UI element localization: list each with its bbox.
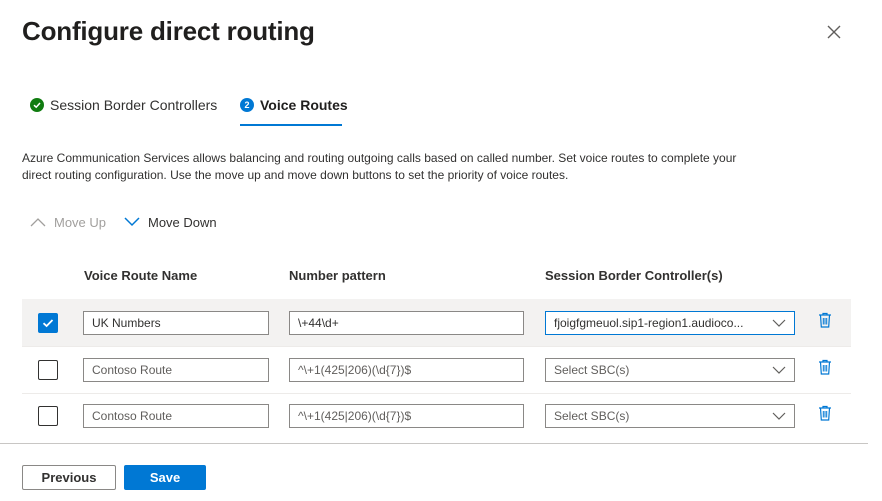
sbc-dropdown[interactable]: Select SBC(s) bbox=[545, 404, 795, 428]
sbc-dropdown[interactable]: fjoigfgmeuol.sip1-region1.audioco... bbox=[545, 311, 795, 335]
delete-row-button[interactable] bbox=[818, 312, 832, 328]
row-divider bbox=[22, 346, 851, 347]
dialog-title: Configure direct routing bbox=[22, 16, 315, 46]
step-number-badge: 2 bbox=[240, 98, 254, 112]
close-button[interactable] bbox=[822, 20, 846, 44]
sbc-dropdown-value: Select SBC(s) bbox=[554, 409, 630, 423]
save-button[interactable]: Save bbox=[124, 465, 206, 490]
number-pattern-input[interactable]: ^\+1(425|206)(\d{7})$ bbox=[289, 358, 524, 382]
column-header-voice-route-name: Voice Route Name bbox=[84, 268, 198, 283]
voice-route-name-input[interactable]: UK Numbers bbox=[83, 311, 269, 335]
column-header-number-pattern: Number pattern bbox=[289, 268, 386, 283]
previous-button[interactable]: Previous bbox=[22, 465, 116, 490]
step-label: Session Border Controllers bbox=[50, 97, 218, 113]
footer-divider bbox=[0, 443, 868, 444]
delete-row-button[interactable] bbox=[818, 359, 832, 375]
sbc-dropdown[interactable]: Select SBC(s) bbox=[545, 358, 795, 382]
row-checkbox[interactable] bbox=[38, 313, 58, 333]
number-pattern-input[interactable]: ^\+1(425|206)(\d{7})$ bbox=[289, 404, 524, 428]
row-checkbox[interactable] bbox=[38, 406, 58, 426]
description-text: Azure Communication Services allows bala… bbox=[22, 151, 737, 182]
checkmark-circle-icon bbox=[30, 98, 44, 112]
chevron-down-icon bbox=[772, 412, 786, 420]
move-down-button[interactable]: Move Down bbox=[124, 212, 217, 232]
column-header-sbc: Session Border Controller(s) bbox=[545, 268, 723, 283]
chevron-down-icon bbox=[772, 366, 786, 374]
trash-icon bbox=[819, 405, 831, 421]
chevron-down-icon bbox=[124, 217, 140, 227]
voice-route-name-input[interactable]: Contoso Route bbox=[83, 358, 269, 382]
number-pattern-input[interactable]: \+44\d+ bbox=[289, 311, 524, 335]
row-checkbox[interactable] bbox=[38, 360, 58, 380]
sbc-dropdown-value: fjoigfgmeuol.sip1-region1.audioco... bbox=[554, 316, 744, 330]
trash-icon bbox=[819, 359, 831, 375]
move-up-label: Move Up bbox=[54, 214, 107, 230]
checkmark-icon bbox=[42, 319, 54, 328]
move-down-label: Move Down bbox=[148, 214, 217, 230]
step-label: Voice Routes bbox=[260, 97, 348, 113]
row-divider bbox=[22, 393, 851, 394]
chevron-down-icon bbox=[772, 319, 786, 327]
active-step-indicator bbox=[240, 124, 342, 126]
delete-row-button[interactable] bbox=[818, 405, 832, 421]
step-voice-routes[interactable]: 2 Voice Routes bbox=[240, 94, 348, 116]
voice-route-name-input[interactable]: Contoso Route bbox=[83, 404, 269, 428]
sbc-dropdown-value: Select SBC(s) bbox=[554, 363, 630, 377]
trash-icon bbox=[819, 312, 831, 328]
close-icon bbox=[827, 25, 841, 39]
chevron-up-icon bbox=[30, 218, 46, 227]
step-session-border-controllers[interactable]: Session Border Controllers bbox=[30, 94, 217, 116]
move-up-button[interactable]: Move Up bbox=[30, 212, 106, 232]
